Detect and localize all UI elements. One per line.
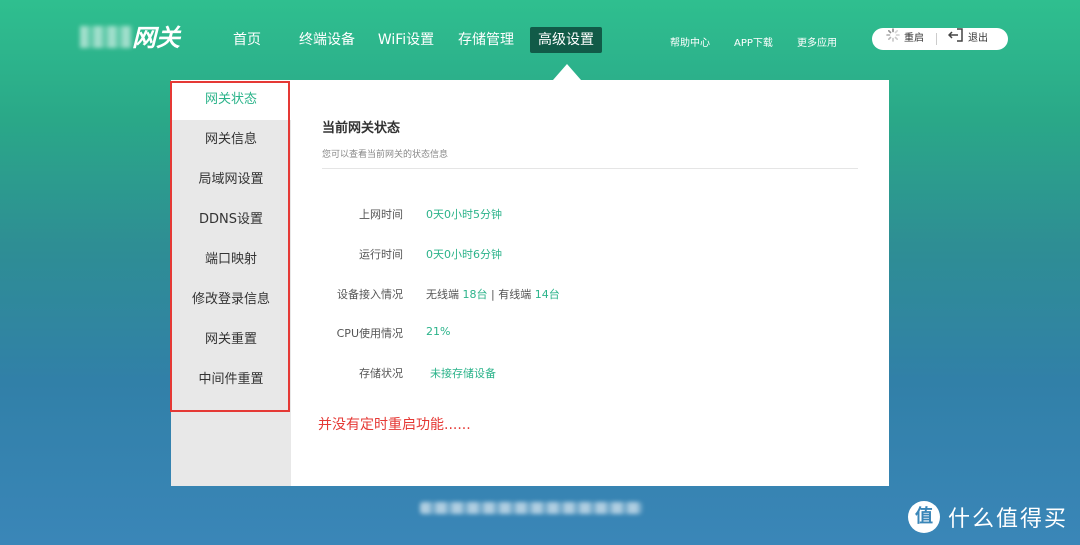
- wireless-count: 18台: [462, 288, 488, 301]
- device-access-label: 设备接入情况: [337, 288, 403, 301]
- more-apps-link[interactable]: 更多应用: [797, 34, 837, 49]
- uptime-value: 0天0小时6分钟: [426, 248, 502, 261]
- nav-active-caret: [553, 64, 581, 80]
- logout-icon: [947, 27, 964, 51]
- wired-label: 有线端: [498, 288, 532, 301]
- storage-status-value: 未接存储设备: [430, 367, 496, 380]
- online-time-label: 上网时间: [359, 208, 403, 221]
- pill-separator: [936, 33, 937, 45]
- logout-button[interactable]: 退出: [947, 27, 988, 51]
- wireless-label: 无线端: [426, 288, 459, 301]
- nav-item-wifi[interactable]: WiFi设置: [370, 27, 442, 53]
- page-subtitle: 您可以查看当前网关的状态信息: [322, 150, 449, 160]
- help-center-link[interactable]: 帮助中心: [670, 34, 710, 49]
- watermark-text: 什么值得买: [948, 507, 1069, 532]
- app-download-link[interactable]: APP下载: [734, 34, 773, 49]
- restart-spinner-icon: [886, 27, 900, 51]
- action-pill: 重启 退出: [872, 27, 1008, 51]
- device-separator: |: [491, 288, 495, 301]
- nav-item-storage[interactable]: 存储管理: [450, 27, 522, 53]
- cpu-usage-label: CPU使用情况: [336, 327, 403, 340]
- wired-count: 14台: [534, 288, 560, 301]
- title-divider: [322, 168, 858, 169]
- annotation-note: 并没有定时重启功能......: [318, 417, 471, 433]
- restart-button[interactable]: 重启: [886, 27, 924, 51]
- sidebar-highlight-box: [170, 81, 290, 412]
- restart-label: 重启: [904, 33, 924, 44]
- nav-item-devices[interactable]: 终端设备: [291, 27, 363, 53]
- device-access-value: 无线端 18台 | 有线端 14台: [426, 286, 560, 302]
- nav-item-home[interactable]: 首页: [225, 27, 269, 53]
- cpu-usage-value: 21%: [426, 325, 451, 338]
- nav-item-advanced[interactable]: 高级设置: [530, 27, 602, 53]
- online-time-value: 0天0小时5分钟: [426, 208, 502, 221]
- page-title: 当前网关状态: [322, 121, 401, 136]
- logout-label: 退出: [968, 33, 988, 44]
- logo: 网关: [80, 22, 190, 54]
- watermark-logo-icon: 值: [908, 501, 940, 533]
- logo-blurred-brand: [80, 26, 132, 48]
- watermark: 值 什么值得买: [908, 500, 1068, 534]
- storage-status-label: 存储状况: [359, 367, 403, 380]
- uptime-label: 运行时间: [359, 248, 403, 261]
- logo-text: 网关: [132, 24, 180, 52]
- footer-blurred-text: [420, 502, 642, 514]
